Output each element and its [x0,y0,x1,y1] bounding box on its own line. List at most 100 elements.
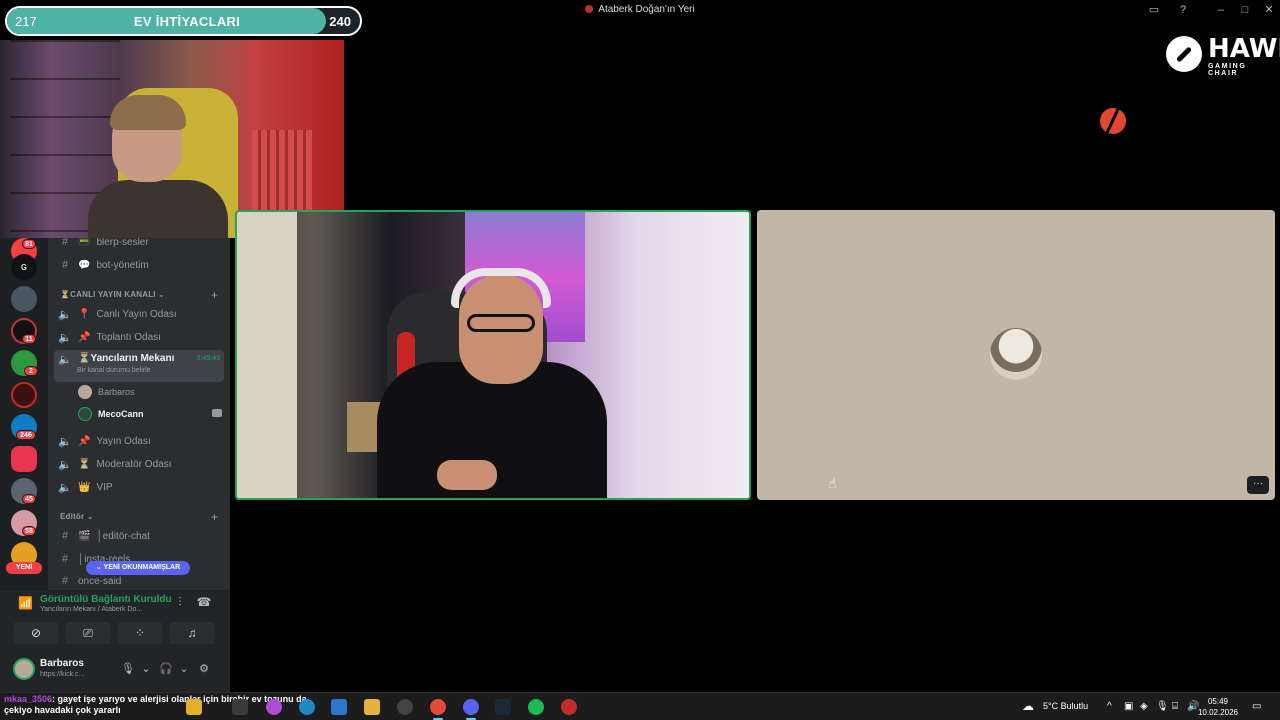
weather-text[interactable]: 5°C Bulutlu [1043,701,1088,711]
channel-emoji: ⏳ [78,458,91,470]
notification-icon[interactable]: ▭ [1252,701,1261,712]
channel-status-hint[interactable]: Bir kanal durumu belirle [77,367,151,374]
clock[interactable]: 05:49 10.02.2026 [1196,696,1240,718]
user-panel: Barbaros https://kick.c... 🎙 ⌄ 🎧 ⌄ ⚙ [0,650,230,692]
more-options-icon[interactable]: ··· [1247,476,1269,494]
edge-icon[interactable] [299,699,315,715]
activities-button[interactable]: ⁘ [117,622,163,644]
video-tile-avatar[interactable]: ··· [757,210,1275,500]
discord-icon[interactable] [463,699,479,720]
signal-icon[interactable]: 📶 [18,596,33,610]
obs-icon[interactable] [561,699,577,715]
tray-app-icon[interactable]: ◈ [1140,701,1148,712]
avatar [78,407,92,421]
goal-label: EV İHTİYACLARI [133,14,241,29]
channel-name: │editör-chat [96,530,150,542]
store-icon[interactable] [331,699,347,715]
channel-list: # 📟 blerp-sesler # 💬 bot-yönetim ⏳CANLI YAYI… [48,238,230,590]
server-icon[interactable] [11,446,37,472]
new-servers-pill[interactable]: YENİ [6,562,42,574]
gear-icon[interactable]: ⚙ [197,662,211,676]
chrome-icon[interactable] [430,699,446,720]
discord-icon [585,5,594,13]
user-name[interactable]: Barbaros [40,658,84,669]
member-name: Barbaros [98,387,135,397]
soundboard-button[interactable]: ♫ [169,622,215,644]
channel-name: VIP [96,481,113,493]
channel-emoji: 👑 [78,481,91,493]
voice-channel[interactable]: 🔈 📌 Yayın Odası [58,431,151,451]
add-channel-icon[interactable]: + [211,510,218,524]
help-icon[interactable]: ? [1176,3,1190,17]
text-channel[interactable]: # 🎬 │editör-chat [58,526,150,546]
category-live[interactable]: ⏳CANLI YAYIN KANALI ⌄ [60,290,165,299]
channel-emoji: 📌 [78,435,91,447]
chevron-down-icon[interactable]: ⌄ [139,662,153,676]
server-icon[interactable]: ɢ [11,254,37,280]
taskbar: mkaa_3506: gayet işe yarıyo ve alerjisi … [0,692,1280,720]
avatar [78,385,92,399]
add-channel-icon[interactable]: + [211,288,218,302]
app-icon[interactable] [266,699,282,715]
server-badge: 2 [24,366,38,376]
voice-channel[interactable]: 🔈 ⏳ Moderatör Odası [58,454,172,474]
network-icon[interactable]: ⌸ [1172,701,1178,712]
tray-app-icon[interactable]: ▣ [1124,701,1133,712]
inbox-icon[interactable]: ▭ [1147,3,1161,17]
video-tile-speaking[interactable] [235,210,751,500]
voice-channel[interactable]: 🔈 👑 VIP [58,477,113,497]
voice-channel[interactable]: 🔈 📍 Canlı Yayın Odası [58,304,177,324]
goal-target: 240 [329,14,351,29]
channel-name: bot-yönetim [96,259,149,271]
unread-pill-label: YENİ OKUNMAMIŞLAR [103,564,181,571]
member-name: MecoCann [98,409,144,419]
disconnect-icon[interactable]: ☎ [196,595,212,611]
steam-icon[interactable] [495,699,511,715]
voice-member[interactable]: Barbaros [78,383,135,401]
server-icon[interactable] [11,286,37,312]
hash-icon: # [61,530,69,542]
xbox-icon[interactable] [397,699,413,715]
category-editor[interactable]: Editör ⌄ [60,512,94,521]
clock-date: 10.02.2026 [1197,708,1239,717]
cloud-icon[interactable]: ☁ [1022,699,1034,713]
task-view-icon[interactable] [232,699,248,715]
microphone-icon[interactable]: 🎙 [1156,701,1169,712]
microphone-icon[interactable]: 🎙 [121,662,135,676]
screen-share-button[interactable]: ⎚ [65,622,111,644]
new-unreads-pill[interactable]: ⌄ YENİ OKUNMAMIŞLAR [86,561,190,575]
voice-member[interactable]: MecoCann [78,405,144,423]
copilot-icon[interactable] [186,699,202,715]
channel-name: Canlı Yayın Odası [96,308,177,320]
speaker-icon: 🔈 [58,308,72,321]
channel-name: Toplantı Odası [96,331,161,343]
maximize-button[interactable]: □ [1238,3,1252,17]
text-channel[interactable]: # 📟 blerp-sesler [58,238,149,252]
noise-suppression-icon[interactable]: ⫶ [172,595,188,611]
voice-timer: 3:49:43 [196,355,220,362]
voice-location[interactable]: Yancıların Mekanı / Ataberk Do... [40,606,142,613]
text-channel[interactable]: # 💬 bot-yönetim [58,255,149,275]
folder-icon[interactable] [364,699,380,715]
category-label: ⏳CANLI YAYIN KANALI [60,290,156,299]
channel-name: Moderatör Odası [96,458,172,470]
voice-status[interactable]: Görüntülü Bağlantı Kuruldu [40,594,172,605]
headphones-icon[interactable]: 🎧 [159,662,173,676]
server-icon[interactable] [11,382,37,408]
speaker-icon: 🔈 [58,331,72,344]
category-label: Editör [60,512,85,521]
camera-icon [212,409,222,417]
user-status[interactable]: https://kick.c... [40,671,84,678]
close-button[interactable]: ✕ [1262,3,1276,17]
spotify-icon[interactable] [528,699,544,715]
stream-mark-icon [1100,108,1126,134]
avatar[interactable] [13,658,35,680]
voice-channel[interactable]: 🔈 📌 Toplantı Odası [58,327,161,347]
minimize-button[interactable]: – [1214,3,1228,17]
camera-toggle-button[interactable]: ⊘ [13,622,59,644]
hash-icon: # [61,238,69,248]
chevron-down-icon[interactable]: ⌄ [177,662,191,676]
hash-icon: # [61,259,69,271]
active-voice-channel[interactable]: 🔈 ⏳Yancıların Mekanı Bir kanal durumu be… [54,350,224,382]
chevron-up-icon[interactable]: ^ [1107,701,1112,712]
